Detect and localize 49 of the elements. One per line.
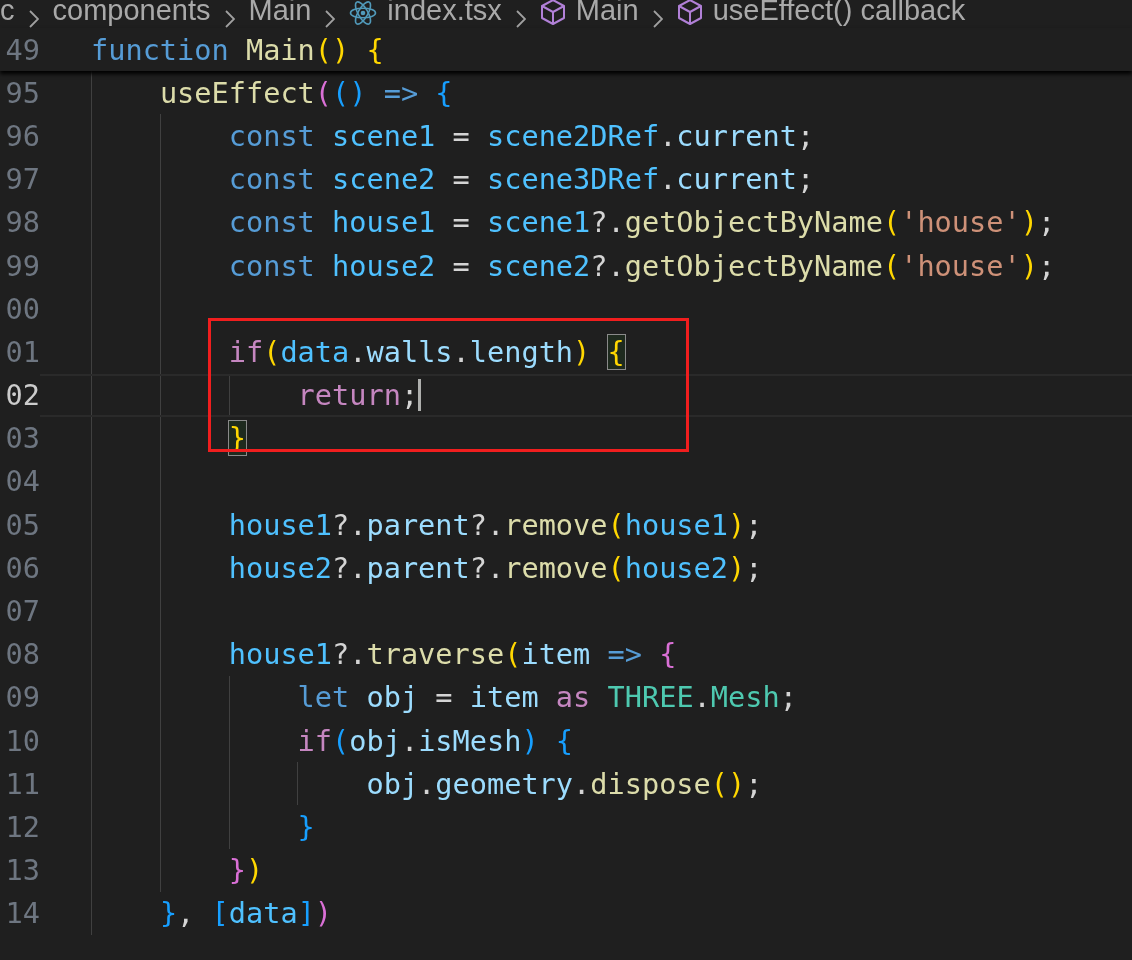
chevron-right-icon	[325, 10, 336, 28]
code-line: useEffect(() => {	[158, 75, 453, 110]
line-number: 03	[4, 421, 40, 456]
code-line: const scene1 = scene2DRef.current;	[227, 118, 815, 153]
chevron-right-icon	[224, 10, 235, 28]
code-line: const house2 = scene2?.getObjectByName('house');	[227, 248, 1056, 283]
line-number: 13	[4, 853, 40, 888]
breadcrumb-item[interactable]: c	[0, 0, 15, 28]
cube-icon	[676, 0, 703, 26]
line-number: 12	[4, 809, 40, 844]
line-number: 05	[4, 507, 40, 542]
line-number: 04	[4, 464, 40, 499]
code-line: house1?.traverse(item => {	[227, 637, 677, 672]
chevron-right-icon	[28, 10, 39, 28]
line-number: 07	[4, 594, 40, 629]
chevron-right-icon	[652, 10, 663, 28]
line-number: 09	[4, 680, 40, 715]
line-number: 06	[4, 550, 40, 585]
code-line: let obj = item as THREE.Mesh;	[296, 680, 797, 715]
line-number: 08	[4, 637, 40, 672]
breadcrumb-item[interactable]: components	[52, 0, 211, 28]
code-line: return;	[296, 378, 419, 413]
cube-icon	[539, 0, 566, 26]
code-line: obj.geometry.dispose();	[365, 766, 763, 801]
line-number: 01	[4, 334, 40, 369]
line-number: 02	[4, 378, 40, 413]
text-cursor	[418, 379, 422, 412]
code-line: }	[296, 809, 315, 844]
code-line: const scene2 = scene3DRef.current;	[227, 162, 815, 197]
line-number: 00	[4, 291, 40, 326]
line-number: 95	[4, 75, 40, 110]
code-line: function Main() {	[91, 32, 384, 67]
line-number: 96	[4, 118, 40, 153]
code-line: if(obj.isMesh) {	[296, 723, 574, 758]
code-line: const house1 = scene1?.getObjectByName('house');	[227, 205, 1056, 240]
line-number: 11	[4, 766, 40, 801]
code-line: house2?.parent?.remove(house2);	[227, 550, 763, 585]
line-number: 97	[4, 162, 40, 197]
code-line: if(data.walls.length) {	[227, 334, 625, 369]
code-line: house1?.parent?.remove(house1);	[227, 507, 763, 542]
line-number: 49	[4, 32, 40, 67]
code-line: }, [data])	[158, 896, 333, 931]
line-number: 99	[4, 248, 40, 283]
line-number: 98	[4, 205, 40, 240]
atom-icon	[349, 0, 378, 26]
code-line: })	[227, 853, 264, 888]
chevron-right-icon	[515, 10, 526, 28]
line-number: 14	[4, 896, 40, 931]
line-number: 10	[4, 723, 40, 758]
